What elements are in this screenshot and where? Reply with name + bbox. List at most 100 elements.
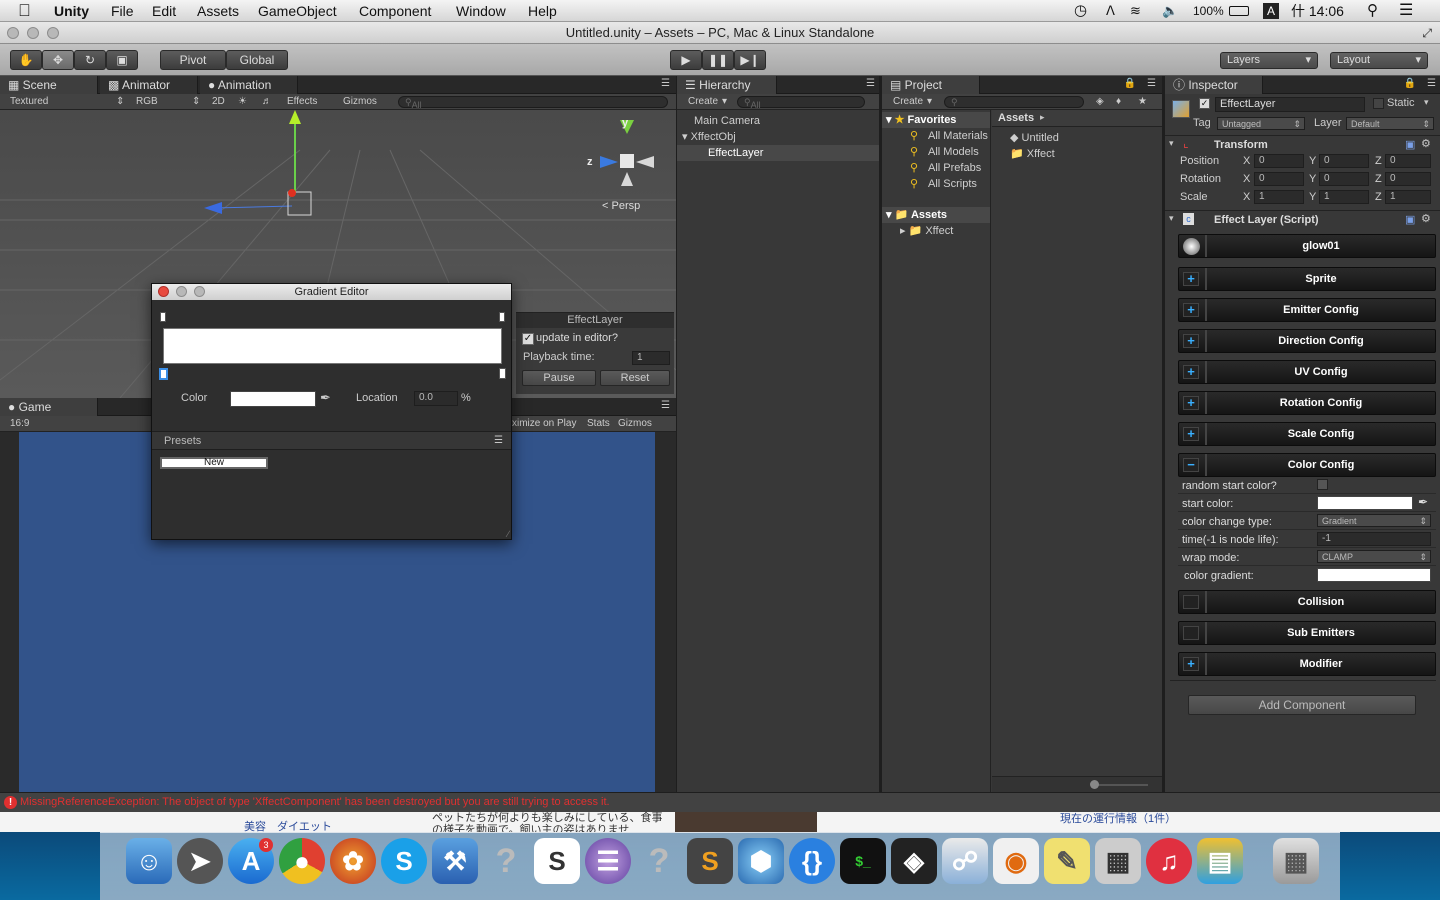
clock[interactable]: 什 14:06: [1291, 0, 1344, 22]
step-button[interactable]: ▶❙: [734, 50, 766, 70]
eclipse-icon[interactable]: ☰: [585, 838, 631, 884]
disclosure-triangle-icon[interactable]: ▾: [1169, 138, 1174, 149]
tab-inspector[interactable]: ⓘ Inspector: [1165, 76, 1263, 94]
hierarchy-search-input[interactable]: ⚲ All: [737, 96, 865, 110]
tab-animation[interactable]: ● Animation: [200, 76, 298, 94]
play-button[interactable]: ▶: [670, 50, 702, 70]
alpha-key-left[interactable]: [160, 312, 166, 322]
gear-icon[interactable]: ⚙: [1421, 137, 1431, 150]
gradient-preview[interactable]: [163, 328, 502, 364]
pivot-button[interactable]: Pivot: [160, 50, 226, 70]
trash-icon[interactable]: ▦: [1273, 838, 1319, 884]
spotlight-icon[interactable]: ⚲: [1367, 0, 1378, 22]
battery-percent[interactable]: 100%: [1193, 0, 1224, 22]
hierarchy-item-effectlayer[interactable]: EffectLayer: [677, 145, 879, 161]
section-color-config[interactable]: − Color Config: [1178, 453, 1436, 477]
tab-project[interactable]: ▤ Project: [882, 76, 980, 94]
position-x-field[interactable]: 0: [1254, 154, 1304, 168]
lock-icon[interactable]: 🔒: [1404, 78, 1416, 89]
itunes-icon[interactable]: ♫: [1146, 838, 1192, 884]
menu-component[interactable]: Component: [359, 0, 431, 22]
disclosure-triangle-icon[interactable]: ▾: [1169, 213, 1174, 224]
menu-edit[interactable]: Edit: [152, 0, 176, 22]
expand-plus-icon[interactable]: +: [1183, 365, 1199, 379]
section-emitter-config[interactable]: + Emitter Config: [1178, 298, 1436, 322]
chevron-down-icon[interactable]: ▾: [1424, 97, 1429, 108]
transform-header[interactable]: ▾ ⌞ Transform ▣ ⚙: [1165, 135, 1440, 153]
icon-size-slider[interactable]: [1092, 784, 1148, 786]
scale-tool-button[interactable]: ▣: [106, 50, 138, 70]
zoom-gradient-editor-button[interactable]: [194, 286, 205, 297]
color-change-type-dropdown[interactable]: Gradient ⇕: [1317, 514, 1431, 527]
eyedropper-icon[interactable]: ✒: [1418, 495, 1428, 509]
position-z-field[interactable]: 0: [1385, 154, 1431, 168]
menu-unity[interactable]: Unity: [54, 0, 89, 22]
section-sub-emitters[interactable]: Sub Emitters: [1178, 621, 1436, 645]
favorite-all-scripts[interactable]: ⚲ All Scripts: [882, 176, 990, 192]
app-hexagon-icon[interactable]: ⬢: [738, 838, 784, 884]
random-start-color-checkbox[interactable]: [1317, 479, 1328, 490]
stickies-icon[interactable]: ✎: [1044, 838, 1090, 884]
static-checkbox[interactable]: [1373, 98, 1384, 109]
layer-dropdown[interactable]: Default ⇕: [1346, 117, 1434, 130]
app-preview-icon[interactable]: ☍: [942, 838, 988, 884]
minimize-window-button[interactable]: [27, 27, 39, 39]
render-dropdown[interactable]: RGB: [136, 94, 158, 110]
help-book-icon[interactable]: ▣: [1405, 138, 1415, 151]
section-rotation-config[interactable]: + Rotation Config: [1178, 391, 1436, 415]
minimize-gradient-editor-button[interactable]: [176, 286, 187, 297]
filter-type-icon[interactable]: ◈: [1096, 94, 1104, 110]
help-book-icon[interactable]: ▣: [1405, 213, 1415, 226]
expand-plus-icon[interactable]: +: [1183, 334, 1199, 348]
expand-plus-icon[interactable]: +: [1183, 272, 1199, 286]
launchpad-icon[interactable]: ➤: [177, 838, 223, 884]
material-glow01-button[interactable]: glow01: [1178, 234, 1436, 258]
expand-plus-icon[interactable]: +: [1183, 303, 1199, 317]
reset-effect-button[interactable]: Reset: [600, 370, 670, 386]
rotation-x-field[interactable]: 0: [1254, 172, 1304, 186]
hierarchy-create-dropdown[interactable]: Create: [688, 94, 718, 110]
audio-icon[interactable]: ♬: [262, 94, 272, 110]
firefox-icon[interactable]: ✿: [330, 838, 376, 884]
sublime-text-icon[interactable]: S: [687, 838, 733, 884]
close-gradient-editor-button[interactable]: [158, 286, 169, 297]
expand-plus-icon[interactable]: +: [1183, 657, 1199, 671]
assets-folder[interactable]: ▾ 📁 Assets: [882, 207, 990, 223]
menu-window[interactable]: Window: [456, 0, 506, 22]
alpha-key-right[interactable]: [499, 312, 505, 322]
update-in-editor-checkbox[interactable]: ✓: [522, 333, 534, 345]
unity-icon[interactable]: ◈: [891, 838, 937, 884]
asset-untitled-scene[interactable]: ◆ Untitled: [1010, 130, 1162, 146]
notification-icon[interactable]: ☰: [1399, 0, 1413, 22]
menu-file[interactable]: File: [111, 0, 134, 22]
rotation-y-field[interactable]: 0: [1319, 172, 1369, 186]
section-direction-config[interactable]: + Direction Config: [1178, 329, 1436, 353]
fullscreen-icon[interactable]: ⤢: [1422, 22, 1432, 44]
time-machine-icon[interactable]: ◷: [1074, 0, 1087, 22]
charts-app-icon[interactable]: ▤: [1197, 838, 1243, 884]
console-error-message[interactable]: MissingReferenceException: The object of…: [20, 796, 610, 808]
pause-button[interactable]: ❚❚: [702, 50, 734, 70]
wrap-mode-dropdown[interactable]: CLAMP ⇕: [1317, 550, 1431, 563]
filter-label-icon[interactable]: ♦: [1116, 94, 1121, 110]
object-name-field[interactable]: EffectLayer: [1215, 97, 1365, 112]
gizmos-dropdown[interactable]: Gizmos: [343, 94, 377, 110]
section-uv-config[interactable]: + UV Config: [1178, 360, 1436, 384]
close-window-button[interactable]: [7, 27, 19, 39]
playback-time-field[interactable]: 1: [632, 351, 670, 365]
color-swatch-field[interactable]: [230, 391, 316, 407]
hand-tool-button[interactable]: ✋: [10, 50, 42, 70]
pause-effect-button[interactable]: Pause: [522, 370, 596, 386]
battery-icon[interactable]: [1229, 6, 1249, 16]
gear-icon[interactable]: ⚙: [1421, 212, 1431, 225]
scale-y-field[interactable]: 1: [1319, 190, 1369, 204]
expand-plus-icon[interactable]: +: [1183, 396, 1199, 410]
favorite-star-icon[interactable]: ★: [1138, 94, 1147, 110]
presets-menu-icon[interactable]: ☰: [494, 435, 503, 446]
unknown-app-icon[interactable]: ?: [636, 838, 682, 884]
tab-scene[interactable]: ▦ Scene: [0, 76, 98, 94]
resize-handle-icon[interactable]: ∕: [507, 529, 509, 539]
global-button[interactable]: Global: [226, 50, 288, 70]
bluetooth-icon[interactable]: ᐱ: [1106, 0, 1115, 22]
disclosure-triangle-icon[interactable]: ▾: [682, 131, 688, 143]
